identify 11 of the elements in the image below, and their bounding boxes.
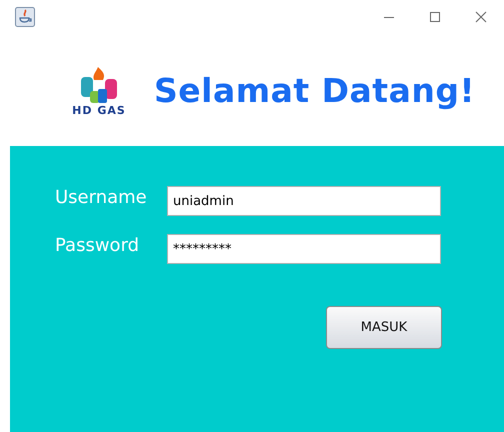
- field-label: Password: [55, 234, 140, 256]
- input-field[interactable]: uniadmin: [167, 186, 441, 216]
- maximize-icon[interactable]: [429, 11, 441, 23]
- app-icon: [15, 7, 35, 27]
- input-field[interactable]: *********: [167, 234, 441, 264]
- close-icon[interactable]: [475, 11, 487, 23]
- gas-cylinders-icon: [78, 64, 120, 104]
- login-button[interactable]: MASUK: [326, 306, 442, 349]
- welcome-title: Selamat Datang!: [154, 70, 476, 110]
- logo-text: HD GAS: [72, 104, 126, 116]
- field-label: Username: [55, 186, 148, 208]
